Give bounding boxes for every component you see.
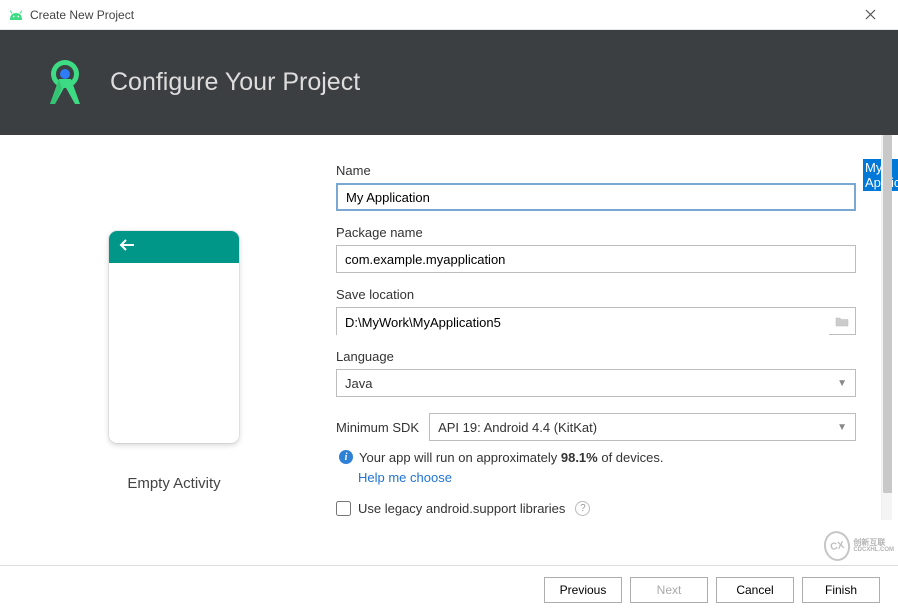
language-value: Java <box>345 376 372 391</box>
help-me-choose-link[interactable]: Help me choose <box>358 470 452 485</box>
scrollbar-thumb[interactable] <box>883 135 892 493</box>
android-studio-logo-icon <box>38 56 92 110</box>
back-arrow-icon <box>119 238 135 257</box>
template-name: Empty Activity <box>127 475 220 492</box>
name-input[interactable] <box>336 183 856 211</box>
package-input[interactable] <box>336 245 856 273</box>
name-label: Name <box>336 163 856 178</box>
template-preview <box>109 231 239 443</box>
android-icon <box>8 9 24 21</box>
help-icon[interactable]: ? <box>575 501 590 516</box>
browse-folder-button[interactable] <box>829 308 855 334</box>
page-title: Configure Your Project <box>110 68 360 97</box>
chevron-down-icon: ▼ <box>837 378 847 389</box>
legacy-libraries-label: Use legacy android.support libraries <box>358 501 565 516</box>
info-icon: i <box>339 450 353 464</box>
sdk-select[interactable]: API 19: Android 4.4 (KitKat) ▼ <box>429 413 856 441</box>
previous-button[interactable]: Previous <box>544 577 622 603</box>
package-label: Package name <box>336 225 856 240</box>
chevron-down-icon: ▼ <box>837 422 847 433</box>
next-button[interactable]: Next <box>630 577 708 603</box>
legacy-libraries-checkbox[interactable] <box>336 501 351 516</box>
location-input[interactable] <box>337 308 829 336</box>
finish-button[interactable]: Finish <box>802 577 880 603</box>
footer-buttons: Previous Next Cancel Finish <box>0 565 898 613</box>
header-banner: Configure Your Project <box>0 30 898 135</box>
device-coverage-text: Your app will run on approximately 98.1%… <box>359 450 664 467</box>
sdk-value: API 19: Android 4.4 (KitKat) <box>438 420 597 435</box>
language-label: Language <box>336 349 856 364</box>
location-label: Save location <box>336 287 856 302</box>
language-select[interactable]: Java ▼ <box>336 369 856 397</box>
scrollbar[interactable] <box>881 135 892 520</box>
sdk-label: Minimum SDK <box>336 420 419 435</box>
cancel-button[interactable]: Cancel <box>716 577 794 603</box>
titlebar: Create New Project <box>0 0 898 30</box>
window-title: Create New Project <box>30 8 850 22</box>
close-button[interactable] <box>850 1 890 29</box>
